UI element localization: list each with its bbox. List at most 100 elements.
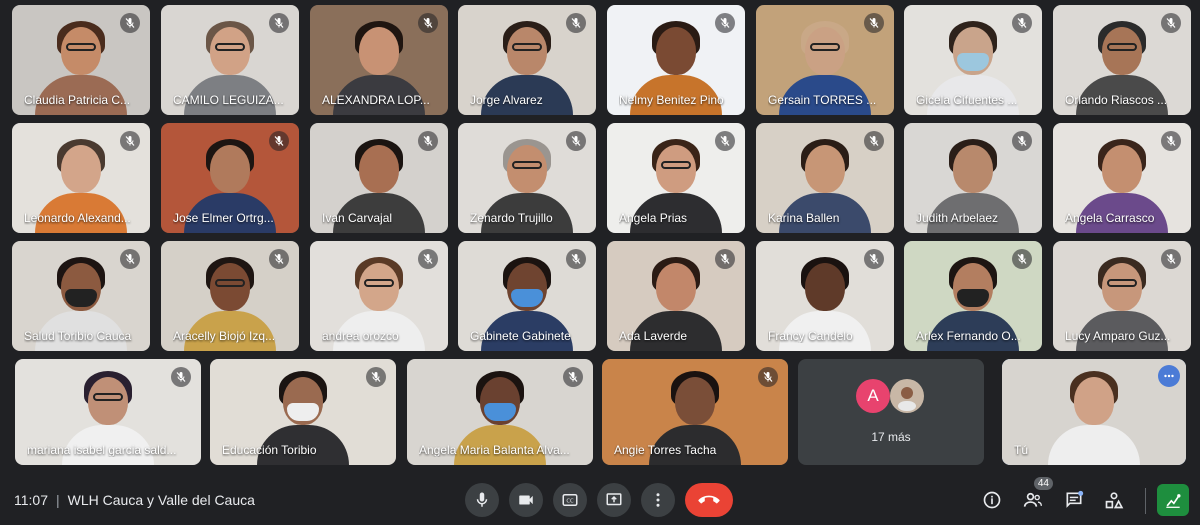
participant-tile[interactable]: Leonardo Alexand... [12,123,150,233]
microphone-button[interactable] [465,483,499,517]
meeting-details-button[interactable] [978,486,1006,514]
mic-off-icon [366,367,386,387]
participant-avatar: A [856,379,890,413]
participant-tile[interactable]: Angie Torres Tacha [602,359,788,465]
mic-off-icon [269,131,289,151]
more-horizontal-icon [1164,374,1174,378]
captions-button[interactable]: CC [553,483,587,517]
participant-name: Ada Laverde [619,329,688,343]
participant-grid: Claudia Patricia C... CAMILO LEGUIZA... AL… [0,0,1200,470]
participant-tile[interactable]: Jorge Alvarez [458,5,596,115]
participant-tile[interactable]: Gicela Cifuentes ... [904,5,1042,115]
activities-button[interactable] [1100,486,1128,514]
participant-name: Arlex Fernando O... [916,329,1021,343]
participant-tile[interactable]: Zenardo Trujillo [458,123,596,233]
meeting-title: WLH Cauca y Valle del Cauca [67,492,255,508]
svg-text:CC: CC [566,499,574,505]
participant-name: Lucy Amparo Guz... [1065,329,1171,343]
participant-name: Aracelly Biojó Izq... [173,329,276,343]
participant-tile[interactable]: Salud Toribio Cauca [12,241,150,351]
mic-off-icon [864,249,884,269]
participant-name: Educación Toribio [222,443,317,457]
leave-call-button[interactable] [685,483,733,517]
mic-off-icon [1161,13,1181,33]
participant-tile[interactable]: Francy Candelo [756,241,894,351]
participant-tile[interactable]: Gersain TORRES ... [756,5,894,115]
people-count-badge: 44 [1033,477,1053,490]
participant-tile[interactable]: Ada Laverde [607,241,745,351]
more-participants-tile[interactable]: A 17 más [798,359,984,465]
participant-name: mariana isabel garcia sald... [27,443,177,457]
mic-off-icon [1012,13,1032,33]
participant-tile[interactable]: CAMILO LEGUIZA... [161,5,299,115]
participant-tile[interactable]: Arlex Fernando O... [904,241,1042,351]
self-video-tile[interactable]: Tú [1002,359,1186,465]
participant-tile[interactable]: Angela Carrasco [1053,123,1191,233]
participant-name: Angela Prias [619,211,688,225]
participant-tile[interactable]: Angela Prias [607,123,745,233]
participant-tile[interactable]: Claudia Patricia C... [12,5,150,115]
chat-button[interactable] [1060,486,1088,514]
participant-name: Claudia Patricia C... [24,93,131,107]
participant-tile[interactable]: Gabinete Gabinete [458,241,596,351]
mic-off-icon [715,131,735,151]
mic-off-icon [1161,131,1181,151]
participant-tile[interactable]: Judith Arbelaez [904,123,1042,233]
participant-name: andrea orozco [322,329,399,343]
participant-name: Orlando Riascos ... [1065,93,1168,107]
meeting-info: 11:07 | WLH Cauca y Valle del Cauca [14,492,255,508]
participant-name: Judith Arbelaez [916,211,999,225]
info-icon [983,491,1001,509]
participant-tile[interactable]: Orlando Riascos ... [1053,5,1191,115]
participant-name: Leonardo Alexand... [24,211,131,225]
participant-name: ALEXANDRA LOP... [322,93,430,107]
participant-name: Angela Carrasco [1065,211,1155,225]
mic-off-icon [566,131,586,151]
microphone-off-icon [476,492,488,507]
mic-off-icon [269,249,289,269]
mic-off-icon [1012,249,1032,269]
participant-name: Angie Torres Tacha [614,443,717,457]
participant-name: Gersain TORRES ... [768,93,877,107]
participant-name: Zenardo Trujillo [470,211,553,225]
participant-tile[interactable]: mariana isabel garcia sald... [15,359,201,465]
participant-tile[interactable]: Nelmy Benitez Pino [607,5,745,115]
participant-tile[interactable]: Educación Toribio [210,359,396,465]
participant-name: Salud Toribio Cauca [24,329,132,343]
participant-tile[interactable]: andrea orozco [310,241,448,351]
participant-name: Karina Ballen [768,211,840,225]
mic-off-icon [269,13,289,33]
host-controls-icon [1166,494,1181,508]
people-button[interactable]: 44 [1019,477,1053,514]
people-icon [1023,492,1042,507]
participant-name: CAMILO LEGUIZA... [173,93,284,107]
participant-name: Gabinete Gabinete [470,329,571,343]
tile-options-button[interactable] [1158,365,1180,387]
mic-off-icon [418,131,438,151]
participant-name: Jorge Alvarez [470,93,543,107]
mic-off-icon [566,13,586,33]
more-options-button[interactable] [641,483,675,517]
participant-tile[interactable]: Lucy Amparo Guz... [1053,241,1191,351]
participant-name: Angela Maria Balanta Alva... [419,443,570,457]
mic-off-icon [758,367,778,387]
camera-button[interactable] [509,483,543,517]
host-controls-button[interactable] [1157,484,1189,516]
participant-tile[interactable]: Jose Elmer Ortrg... [161,123,299,233]
participant-tile[interactable]: Angela Maria Balanta Alva... [407,359,593,465]
separator: | [56,492,60,508]
participant-name: Jose Elmer Ortrg... [173,211,274,225]
participant-tile[interactable]: Ivan Carvajal [310,123,448,233]
participant-name: Gicela Cifuentes ... [916,93,1018,107]
mic-off-icon [715,13,735,33]
participant-name: Francy Candelo [768,329,853,343]
clock-time: 11:07 [14,492,48,508]
mic-off-icon [418,249,438,269]
mic-off-icon [566,249,586,269]
present-button[interactable] [597,483,631,517]
present-icon [606,493,622,506]
mic-off-icon [120,13,140,33]
participant-tile[interactable]: ALEXANDRA LOP... [310,5,448,115]
participant-tile[interactable]: Aracelly Biojó Izq... [161,241,299,351]
participant-tile[interactable]: Karina Ballen [756,123,894,233]
